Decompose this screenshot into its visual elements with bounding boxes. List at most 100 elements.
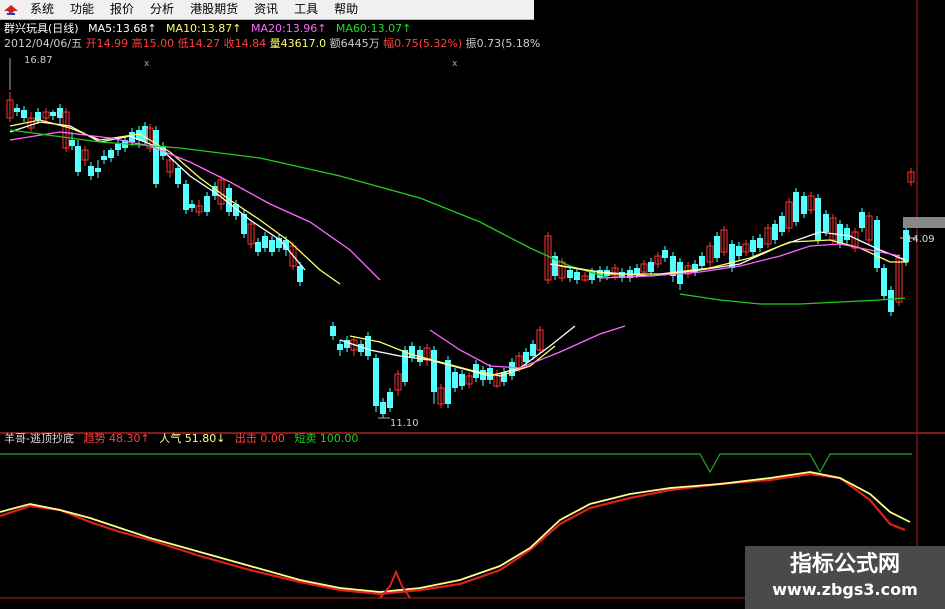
segment3-candle (874, 220, 880, 268)
ma60-value: 13.07↑ (370, 22, 412, 35)
amount-label: 额 (329, 37, 341, 50)
trend-label: 趋势 (83, 432, 106, 445)
trend-value: 48.30↑ (108, 432, 150, 445)
high-value: 15.00 (142, 37, 175, 50)
segment3-candle (844, 228, 850, 240)
segment1-candle (153, 130, 159, 184)
segment2-candle (337, 344, 343, 350)
watermark-url: www.zbgs3.com (772, 580, 918, 599)
segment2-candle (459, 374, 465, 386)
segment1-candle (108, 150, 114, 158)
ma10-label: MA10: (166, 22, 201, 35)
segment3-candle (699, 256, 705, 266)
ma60-label: MA60: (335, 22, 371, 35)
short-sell-value: 100.00 (319, 432, 359, 445)
change-value: 0.75(5.32%) (394, 37, 463, 50)
segment2-candle (409, 346, 415, 358)
current-price-label: 14.09 (906, 234, 935, 245)
indicator-info-row: 羊哥-逃顶抄底 趋势 48.30↑ 人气 51.80↓ 出击 0.00 短卖 1… (4, 432, 358, 446)
segment2-candle (330, 326, 336, 336)
segment1-candle (297, 266, 303, 282)
segment3-candle (801, 196, 807, 214)
segment1-candle (115, 144, 121, 150)
segment1-candle (95, 168, 101, 172)
segment1-candle (101, 156, 107, 160)
segment2-candle (373, 358, 379, 406)
quote-date: 2012/04/06/五 (4, 37, 83, 50)
event-marker: x (452, 59, 458, 69)
amount-value: 6445万 (340, 37, 380, 50)
segment1-candle (50, 112, 56, 116)
segment1-candle (57, 108, 63, 118)
segment3-candle (634, 268, 640, 274)
attack-value: 0.00 (260, 432, 285, 445)
segment2-candle (452, 372, 458, 388)
segment3-candle (662, 250, 668, 258)
open-label: 开 (85, 37, 97, 50)
ma5-label: MA5: (88, 22, 116, 35)
watermark-title: 指标公式网 (789, 552, 900, 577)
segment2-candle (380, 402, 386, 414)
change-label: 幅 (383, 37, 395, 50)
segment3-candle (772, 224, 778, 240)
attack-label: 出击 (234, 432, 257, 445)
segment3-candle (779, 216, 785, 232)
segment2-candle (387, 392, 393, 408)
price-chart[interactable]: x x 16.87 11.10 14.09 (0, 0, 945, 609)
segment1-candle (204, 196, 210, 212)
bottom-signal-spike (379, 569, 411, 599)
quote-info-row: 2012/04/06/五 开14.99 高15.00 低14.27 收14.84… (4, 37, 540, 51)
segment1-candle (183, 184, 189, 210)
popularity-value: 51.80↓ (184, 432, 226, 445)
ma60-line-1 (9, 129, 611, 279)
segment3-candle (574, 272, 580, 280)
close-label: 收 (223, 37, 235, 50)
current-price-box (903, 217, 945, 228)
low-mark-label: 11.10 (390, 418, 419, 429)
segment2-candle (530, 344, 536, 356)
segment3-candle (757, 238, 763, 248)
ma5-value: 13.68↑ (115, 22, 157, 35)
amplitude-label: 振 (465, 37, 477, 50)
segment3-candle (567, 270, 573, 278)
low-value: 14.27 (188, 37, 221, 50)
segment1-candle (14, 108, 20, 112)
segment1-candle (255, 242, 261, 252)
segment1-candle (189, 204, 195, 208)
segment2-candle (445, 360, 451, 404)
open-value: 14.99 (96, 37, 129, 50)
ma10-value: 13.87↑ (200, 22, 242, 35)
ma60-line-3 (679, 293, 906, 305)
volume-label: 量 (269, 37, 281, 50)
high-mark-label: 16.87 (24, 55, 53, 66)
segment3-candle (714, 236, 720, 258)
segment3-candle (750, 240, 756, 252)
segment3-candle (793, 192, 799, 222)
site-watermark: 指标公式网 www.zbgs3.com (745, 546, 945, 609)
segment2-candle (523, 352, 529, 362)
ma20-value: 13.96↑ (285, 22, 327, 35)
segment1-candle (69, 140, 75, 146)
segment1-candle (269, 240, 275, 252)
short-sell-label: 短卖 (294, 432, 317, 445)
close-value: 14.84 (234, 37, 267, 50)
segment1-candle (21, 110, 27, 118)
segment1-candle (175, 168, 181, 184)
amplitude-value: 0.73(5.18% (476, 37, 541, 50)
segment3-candle (859, 212, 865, 228)
segment3-candle (823, 214, 829, 232)
popularity-label: 人气 (159, 432, 182, 445)
segment3-candle (736, 246, 742, 256)
segment2-candle (431, 350, 437, 392)
segment2-candle (402, 350, 408, 382)
high-label: 高 (131, 37, 143, 50)
top-signal-line (0, 453, 912, 474)
event-marker: x (144, 59, 150, 69)
segment1-candle (75, 146, 81, 172)
segment1-candle (88, 166, 94, 176)
indicator-name: 羊哥-逃顶抄底 (4, 432, 74, 445)
segment3-candle (881, 268, 887, 296)
segment3-candle (888, 290, 894, 312)
segment1-candle (35, 112, 41, 120)
low-label: 低 (177, 37, 189, 50)
